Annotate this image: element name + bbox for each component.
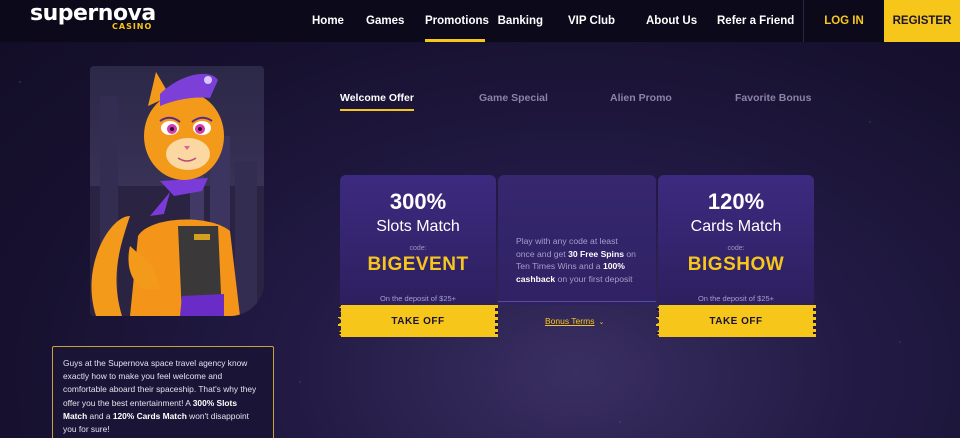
offer-code: BIGSHOW [687,254,785,275]
offer-percent: 120% [707,189,765,214]
nav-promotions[interactable]: Promotions [425,0,489,42]
nav-refer-a-friend[interactable]: Refer a Friend [717,0,797,42]
main-nav: Home Games Promotions Banking VIP Club A… [312,0,797,42]
tab-welcome-offer[interactable]: Welcome Offer [340,92,414,111]
nav-home[interactable]: Home [312,0,366,42]
cards-match-offer-card: 120% Cards Match code: BIGSHOW On the de… [658,175,814,305]
tab-favorite-bonus[interactable]: Favorite Bonus [735,92,811,104]
take-off-button-cards[interactable]: TAKE OFF [656,305,816,337]
offer-text: on your first deposit [555,273,633,284]
register-button[interactable]: REGISTER [884,0,960,42]
take-off-button-slots[interactable]: TAKE OFF [338,305,498,337]
supernova-logo[interactable]: supernova CASINO [30,2,160,38]
mascot-image [90,66,264,316]
offer-code: BIGEVENT [367,254,469,275]
site-header: supernova CASINO Home Games Promotions B… [0,0,960,42]
offer-name: Slots Match [376,218,460,235]
offer-highlight-free-spins: 30 Free Spins [568,248,624,259]
login-button[interactable]: LOG IN [804,0,884,42]
bonus-terms-label: Bonus Terms [545,316,595,326]
description-text: and a [87,410,113,421]
promo-tabs: Welcome Offer Game Special Alien Promo F… [340,92,820,114]
offer-name: Cards Match [690,218,782,235]
chevron-down-icon: ⌄ [598,319,605,326]
bonus-terms-link[interactable]: Bonus Terms ⌄ [545,316,604,326]
tab-game-special[interactable]: Game Special [479,92,548,104]
offer-code-label: code: [727,245,745,252]
nav-about-us[interactable]: About Us [646,0,717,42]
free-spins-description: Play with any code at least once and get… [516,235,636,285]
logo-subtitle: CASINO [112,22,153,31]
offer-divider [498,301,656,302]
cat-mascot-illustration [90,72,264,316]
offer-code-label: code: [409,245,427,252]
description-highlight-cards: 120% Cards Match [112,410,187,421]
free-spins-offer-card: Play with any code at least once and get… [498,175,656,305]
nav-banking[interactable]: Banking [485,0,568,42]
promo-description: Guys at the Supernova space travel agenc… [52,346,274,438]
offer-deposit-note: On the deposit of $25+ [379,294,457,303]
offer-percent: 300% [389,189,447,214]
tab-alien-promo[interactable]: Alien Promo [610,92,672,104]
slots-match-offer-card: 300% Slots Match code: BIGEVENT On the d… [340,175,496,305]
nav-vip-club[interactable]: VIP Club [568,0,646,42]
nav-games[interactable]: Games [366,0,425,42]
offer-deposit-note: On the deposit of $25+ [697,294,775,303]
